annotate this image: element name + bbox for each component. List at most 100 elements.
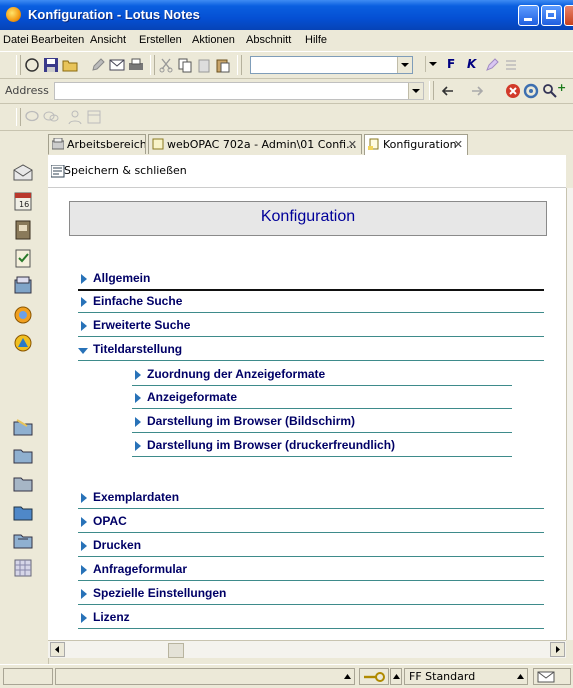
chevron-down-icon[interactable] [397, 57, 412, 73]
section-lizenz[interactable]: Lizenz [78, 606, 544, 629]
toolbar-grip[interactable] [16, 55, 21, 75]
menu-erstellen[interactable]: Erstellen [139, 34, 182, 46]
menu-hilfe[interactable]: Hilfe [305, 34, 327, 46]
scroll-thumb[interactable] [168, 643, 184, 658]
expand-arrow-icon[interactable] [81, 274, 87, 284]
subsection-browser-druck[interactable]: Darstellung im Browser (druckerfreundlic… [132, 434, 512, 457]
save-close-icon[interactable] [51, 165, 65, 178]
lotus-notes-app-icon[interactable] [6, 7, 21, 22]
expand-arrow-icon[interactable] [81, 297, 87, 307]
open-folder-icon[interactable] [62, 57, 78, 73]
paste-icon[interactable] [196, 57, 212, 73]
chat-bubble-icon[interactable] [24, 109, 40, 125]
close-tab-icon[interactable]: ✕ [454, 138, 463, 151]
scroll-left-button[interactable] [50, 642, 65, 657]
calendar-icon[interactable] [86, 109, 102, 125]
section-drucken[interactable]: Drucken [78, 534, 544, 557]
horizontal-scrollbar[interactable] [48, 640, 566, 658]
folder-icon[interactable] [12, 416, 34, 438]
clipboard-icon[interactable] [215, 57, 231, 73]
user-icon[interactable] [67, 109, 83, 125]
expand-arrow-icon[interactable] [81, 321, 87, 331]
tab-arbeitsbereich[interactable]: Arbeitsbereich [48, 134, 146, 154]
toolbar-grip[interactable] [16, 108, 21, 126]
tab-konfiguration[interactable]: Konfiguration ✕ [364, 134, 468, 155]
search-icon[interactable] [542, 83, 558, 99]
address-book-icon[interactable] [12, 219, 34, 241]
scroll-right-button[interactable] [550, 642, 565, 657]
databases-icon[interactable] [12, 332, 34, 354]
save-icon[interactable] [43, 57, 59, 73]
menu-bearbeiten[interactable]: Bearbeiten [31, 34, 84, 46]
style-selector[interactable]: FF Standard [404, 668, 528, 685]
menu-ansicht[interactable]: Ansicht [90, 34, 126, 46]
menu-aktionen[interactable]: Aktionen [192, 34, 235, 46]
cut-icon[interactable] [158, 57, 174, 73]
folder-icon[interactable] [12, 444, 34, 466]
section-allgemein[interactable]: Allgemein [78, 267, 544, 291]
subsection-browser-bildschirm[interactable]: Darstellung im Browser (Bildschirm) [132, 410, 512, 433]
section-einfache-suche[interactable]: Einfache Suche [78, 290, 544, 313]
replicator-icon[interactable] [12, 275, 34, 297]
chevron-down-icon[interactable] [408, 83, 423, 99]
expand-arrow-icon[interactable] [81, 493, 87, 503]
chevron-down-icon[interactable] [425, 56, 440, 72]
expand-arrow-icon[interactable] [135, 441, 141, 451]
mail-icon[interactable] [109, 57, 125, 73]
maximize-button[interactable] [541, 5, 562, 26]
calendar-bookmark-icon[interactable]: 16 [12, 190, 34, 212]
refresh-icon[interactable] [523, 83, 539, 99]
vertical-scrollbar[interactable] [566, 188, 573, 640]
back-icon[interactable] [439, 83, 455, 99]
mail-bookmark-icon[interactable] [12, 162, 34, 184]
tab-webopac-config[interactable]: webOPAC 702a - Admin\01 Confi... ✕ [148, 134, 362, 154]
list-icon[interactable] [503, 57, 519, 73]
expand-arrow-icon[interactable] [135, 417, 141, 427]
status-cell[interactable] [3, 668, 53, 685]
grid-icon[interactable] [12, 557, 34, 579]
expand-arrow-icon[interactable] [81, 517, 87, 527]
stop-icon[interactable] [505, 83, 521, 99]
section-spezielle-einstellungen[interactable]: Spezielle Einstellungen [78, 582, 544, 605]
expand-arrow-icon[interactable] [81, 565, 87, 575]
bold-button[interactable]: F [447, 57, 455, 71]
menu-datei[interactable]: Datei [3, 34, 29, 46]
section-anfrageformular[interactable]: Anfrageformular [78, 558, 544, 581]
expand-arrow-icon[interactable] [135, 370, 141, 380]
discussion-icon[interactable] [43, 109, 59, 125]
folder-icon[interactable] [12, 472, 34, 494]
close-tab-icon[interactable]: ✕ [348, 138, 357, 151]
font-size-dropdown[interactable] [422, 56, 440, 74]
section-opac[interactable]: OPAC [78, 510, 544, 533]
todo-icon[interactable] [12, 247, 34, 269]
section-titeldarstellung[interactable]: Titeldarstellung [78, 338, 544, 361]
section-erweiterte-suche[interactable]: Erweiterte Suche [78, 314, 544, 337]
subsection-anzeigeformate[interactable]: Anzeigeformate [132, 386, 512, 409]
expand-arrow-icon[interactable] [81, 589, 87, 599]
menu-abschnitt[interactable]: Abschnitt [246, 34, 291, 46]
section-exemplardaten[interactable]: Exemplardaten [78, 486, 544, 509]
edit-icon[interactable] [90, 57, 106, 73]
highlighter-icon[interactable] [484, 57, 500, 73]
expand-arrow-icon[interactable] [135, 393, 141, 403]
folder-icon[interactable] [12, 501, 34, 523]
minimize-button[interactable] [518, 5, 539, 26]
location-dropdown[interactable] [390, 668, 402, 685]
status-message-area[interactable] [55, 668, 355, 685]
expand-arrow-icon[interactable] [81, 613, 87, 623]
add-icon[interactable]: + [557, 81, 566, 94]
favorites-icon[interactable] [12, 304, 34, 326]
forward-icon[interactable] [470, 83, 486, 99]
collapse-arrow-icon[interactable] [78, 348, 88, 354]
title-bar[interactable]: Konfiguration - Lotus Notes [0, 0, 573, 30]
inbox-button[interactable] [533, 668, 571, 685]
address-input[interactable] [54, 82, 424, 100]
save-close-button[interactable]: Speichern & schließen [64, 164, 187, 177]
italic-button[interactable]: K [467, 57, 476, 71]
close-window-button[interactable] [564, 5, 573, 26]
circle-icon[interactable] [24, 57, 40, 73]
location-button[interactable] [359, 668, 389, 685]
print-icon[interactable] [128, 57, 144, 73]
font-combo[interactable] [250, 56, 413, 74]
folder-icon[interactable] [12, 529, 34, 551]
